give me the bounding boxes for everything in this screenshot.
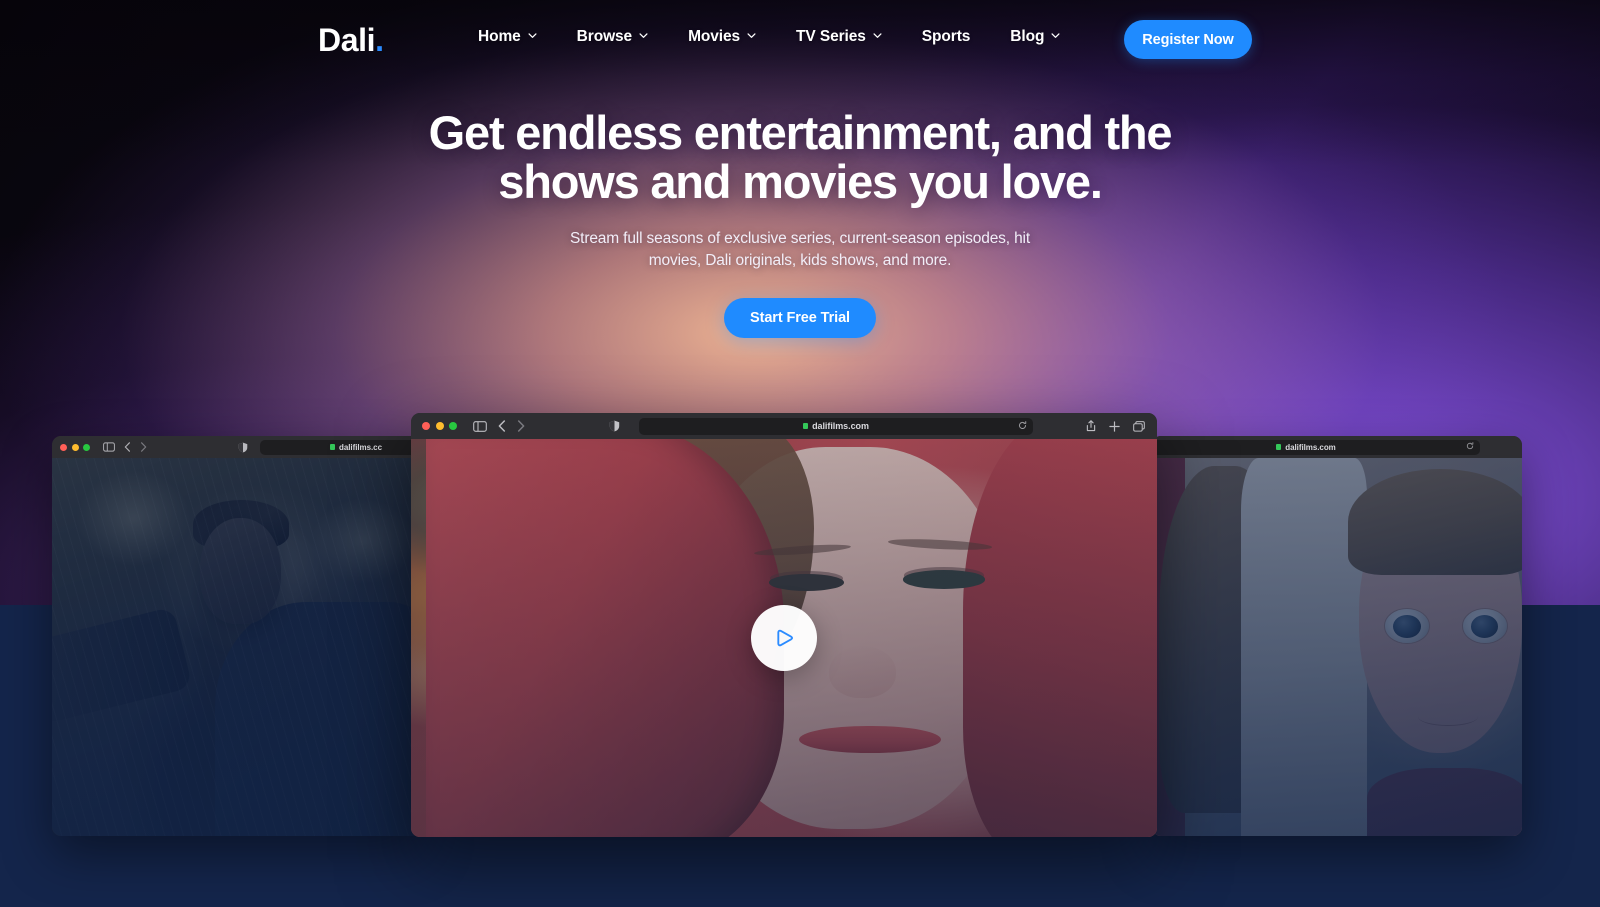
browser-chrome-center: dalifilms.com [411, 413, 1157, 439]
hero-subtitle: Stream full seasons of exclusive series,… [569, 230, 1031, 270]
chevron-down-icon [1051, 31, 1060, 40]
browser-window-right: dalifilms.com [1152, 436, 1522, 836]
reload-icon[interactable] [1018, 420, 1027, 432]
nav-item-blog[interactable]: Blog [1010, 28, 1060, 46]
url-text: dalifilms.com [1285, 442, 1336, 452]
maximize-window-button[interactable] [449, 422, 457, 430]
lock-icon [1276, 444, 1282, 450]
nav-item-movies[interactable]: Movies [688, 28, 756, 46]
logo-dot: . [375, 22, 384, 58]
address-bar-center[interactable]: dalifilms.com [639, 417, 1033, 435]
chevron-down-icon [639, 31, 648, 40]
sidebar-toggle-icon[interactable] [103, 442, 115, 452]
landing-page: Dali. Home Browse Movies TV Series Sport… [0, 0, 1600, 907]
start-free-trial-button[interactable]: Start Free Trial [724, 298, 876, 338]
nav-item-home[interactable]: Home [478, 28, 537, 46]
chevron-down-icon [528, 31, 537, 40]
lock-icon [803, 423, 809, 429]
site-header: Dali. Home Browse Movies TV Series Sport… [0, 0, 1600, 80]
back-icon[interactable] [498, 420, 506, 432]
forward-icon[interactable] [517, 420, 525, 432]
browser-chrome-right: dalifilms.com [1152, 436, 1522, 458]
nav-item-label: Sports [921, 28, 971, 45]
site-logo[interactable]: Dali. [318, 22, 384, 59]
nav-item-label: Home [478, 28, 521, 45]
traffic-lights [60, 443, 90, 451]
new-tab-icon[interactable] [1109, 420, 1120, 432]
chevron-down-icon [747, 31, 756, 40]
url-text: dalifilms.com [812, 421, 869, 431]
maximize-window-button[interactable] [83, 443, 90, 451]
share-icon[interactable] [1086, 420, 1096, 432]
traffic-lights [422, 422, 457, 430]
minimize-window-button[interactable] [435, 422, 444, 430]
browser-viewport-center [411, 439, 1157, 837]
browser-toolbar-right [1086, 420, 1145, 432]
play-icon [770, 625, 798, 651]
browser-window-center: dalifilms.com [411, 413, 1157, 837]
nav-item-label: TV Series [796, 28, 866, 45]
hero-title: Get endless entertainment, and the shows… [428, 106, 1173, 209]
minimize-window-button[interactable] [71, 443, 79, 451]
close-window-button[interactable] [60, 443, 67, 451]
main-navigation: Home Browse Movies TV Series Sports Blog [478, 28, 1060, 46]
image-tint-overlay [1152, 458, 1522, 836]
nav-item-sports[interactable]: Sports [922, 28, 971, 46]
url-text: dalifilms.cc [339, 442, 382, 452]
close-window-button[interactable] [422, 422, 430, 430]
sidebar-toggle-icon[interactable] [473, 420, 487, 432]
nav-item-label: Movies [688, 28, 741, 45]
register-now-button[interactable]: Register Now [1124, 20, 1252, 59]
browser-viewport-right [1152, 458, 1522, 836]
logo-text: Dali [318, 22, 376, 58]
reload-icon[interactable] [1466, 442, 1474, 452]
shield-icon[interactable] [609, 420, 620, 432]
image-tint-overlay [52, 458, 422, 836]
nav-item-tv-series[interactable]: TV Series [796, 28, 882, 46]
tab-overview-icon[interactable] [1133, 420, 1145, 432]
play-video-button[interactable] [751, 605, 817, 671]
nav-item-browse[interactable]: Browse [577, 28, 648, 46]
browser-viewport-left [52, 458, 422, 836]
lock-icon [330, 444, 335, 450]
nav-item-label: Browse [576, 28, 633, 45]
browser-window-left: dalifilms.cc [52, 436, 422, 836]
forward-icon[interactable] [140, 442, 147, 452]
address-bar-left[interactable]: dalifilms.cc [260, 439, 422, 455]
browser-chrome-left: dalifilms.cc [52, 436, 422, 458]
address-bar-right[interactable]: dalifilms.com [1152, 439, 1480, 455]
chevron-down-icon [873, 31, 882, 40]
back-icon[interactable] [124, 442, 131, 452]
shield-icon[interactable] [238, 442, 248, 453]
nav-item-label: Blog [1010, 28, 1045, 45]
